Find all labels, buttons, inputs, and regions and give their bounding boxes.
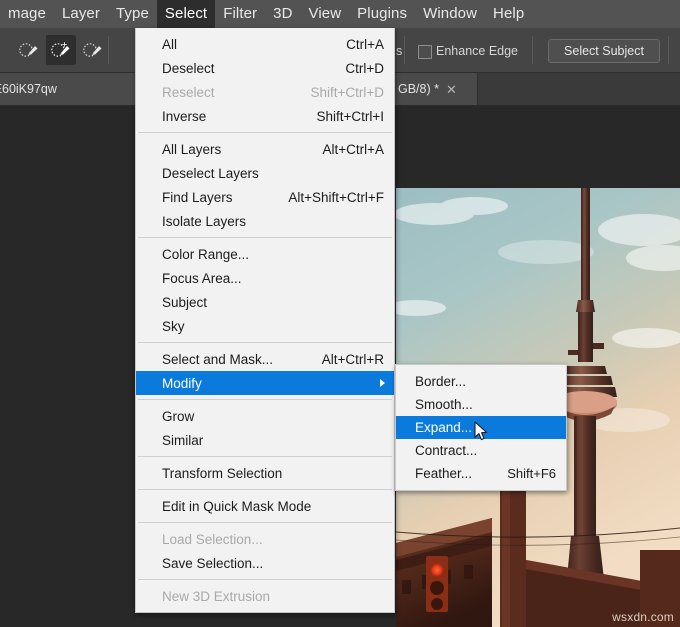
enhance-edge-checkbox[interactable] bbox=[418, 45, 432, 59]
close-icon[interactable]: ✕ bbox=[446, 83, 457, 96]
menu-option-color-range[interactable]: Color Range... bbox=[136, 242, 394, 266]
submenu-option-expand[interactable]: Expand... bbox=[396, 416, 566, 439]
chevron-right-icon bbox=[380, 379, 385, 387]
document-tab-left-label: taneyra-tPE60iK97qw bbox=[0, 82, 57, 96]
menu-separator-5 bbox=[138, 456, 392, 457]
menu-separator-2 bbox=[138, 237, 392, 238]
menu-item-3d[interactable]: 3D bbox=[265, 0, 300, 28]
menu-separator-4 bbox=[138, 399, 392, 400]
menu-item-type[interactable]: Type bbox=[108, 0, 157, 28]
menu-separator-8 bbox=[138, 579, 392, 580]
submenu-option-border[interactable]: Border... bbox=[396, 370, 566, 393]
menu-separator-3 bbox=[138, 342, 392, 343]
menu-option-inverse[interactable]: Inverse Shift+Ctrl+I bbox=[136, 104, 394, 128]
quick-selection-new-icon[interactable] bbox=[78, 35, 108, 65]
submenu-option-contract[interactable]: Contract... bbox=[396, 439, 566, 462]
menu-option-load-selection: Load Selection... bbox=[136, 527, 394, 551]
enhance-edge-label: Enhance Edge bbox=[436, 44, 518, 58]
options-separator-4 bbox=[668, 36, 669, 64]
menu-item-window[interactable]: Window bbox=[415, 0, 485, 28]
select-subject-button[interactable]: Select Subject bbox=[548, 39, 660, 63]
document-tab-left[interactable]: taneyra-tPE60iK97qw bbox=[0, 73, 140, 105]
menu-option-new-3d-extrusion: New 3D Extrusion bbox=[136, 584, 394, 608]
document-tab-right[interactable]: GB/8) * ✕ bbox=[392, 73, 478, 105]
menu-option-grow[interactable]: Grow bbox=[136, 404, 394, 428]
menu-option-similar[interactable]: Similar bbox=[136, 428, 394, 452]
menu-option-find-layers[interactable]: Find Layers Alt+Shift+Ctrl+F bbox=[136, 185, 394, 209]
menu-option-transform-selection[interactable]: Transform Selection bbox=[136, 461, 394, 485]
menu-option-all[interactable]: All Ctrl+A bbox=[136, 32, 394, 56]
menu-item-view[interactable]: View bbox=[301, 0, 350, 28]
menu-option-deselect[interactable]: Deselect Ctrl+D bbox=[136, 56, 394, 80]
menu-item-layer[interactable]: Layer bbox=[54, 0, 108, 28]
select-dropdown-menu: All Ctrl+A Deselect Ctrl+D Reselect Shif… bbox=[135, 28, 395, 613]
menu-separator-1 bbox=[138, 132, 392, 133]
menu-option-modify[interactable]: Modify bbox=[136, 371, 394, 395]
quick-selection-add-icon[interactable] bbox=[46, 35, 76, 65]
photoshop-window: wsxdn.com mage Layer Type Select Filter … bbox=[0, 0, 680, 627]
menu-option-subject[interactable]: Subject bbox=[136, 290, 394, 314]
menu-separator-6 bbox=[138, 489, 392, 490]
quick-selection-subtract-icon[interactable] bbox=[14, 35, 44, 65]
selection-mode-group bbox=[14, 35, 108, 65]
submenu-option-feather[interactable]: Feather... Shift+F6 bbox=[396, 462, 566, 485]
menu-option-save-selection[interactable]: Save Selection... bbox=[136, 551, 394, 575]
menu-option-deselect-layers[interactable]: Deselect Layers bbox=[136, 161, 394, 185]
menu-option-all-layers[interactable]: All Layers Alt+Ctrl+A bbox=[136, 137, 394, 161]
options-separator-1 bbox=[108, 36, 109, 64]
menu-item-filter[interactable]: Filter bbox=[215, 0, 265, 28]
document-tab-right-label: GB/8) * bbox=[398, 82, 439, 96]
menu-item-help[interactable]: Help bbox=[485, 0, 532, 28]
watermark: wsxdn.com bbox=[612, 610, 674, 624]
menu-item-select[interactable]: Select bbox=[157, 0, 215, 28]
menu-option-isolate-layers[interactable]: Isolate Layers bbox=[136, 209, 394, 233]
menu-bar: mage Layer Type Select Filter 3D View Pl… bbox=[0, 0, 680, 28]
options-truncated-label: s bbox=[396, 44, 402, 58]
menu-option-reselect: Reselect Shift+Ctrl+D bbox=[136, 80, 394, 104]
options-separator-3 bbox=[532, 36, 533, 64]
menu-item-plugins[interactable]: Plugins bbox=[349, 0, 415, 28]
menu-option-edit-in-quick-mask-mode[interactable]: Edit in Quick Mask Mode bbox=[136, 494, 394, 518]
modify-submenu: Border... Smooth... Expand... Contract..… bbox=[395, 364, 567, 491]
menu-option-focus-area[interactable]: Focus Area... bbox=[136, 266, 394, 290]
submenu-option-smooth[interactable]: Smooth... bbox=[396, 393, 566, 416]
menu-item-image[interactable]: mage bbox=[0, 0, 54, 28]
menu-option-sky[interactable]: Sky bbox=[136, 314, 394, 338]
menu-separator-7 bbox=[138, 522, 392, 523]
menu-option-select-and-mask[interactable]: Select and Mask... Alt+Ctrl+R bbox=[136, 347, 394, 371]
options-separator-2 bbox=[404, 36, 405, 64]
